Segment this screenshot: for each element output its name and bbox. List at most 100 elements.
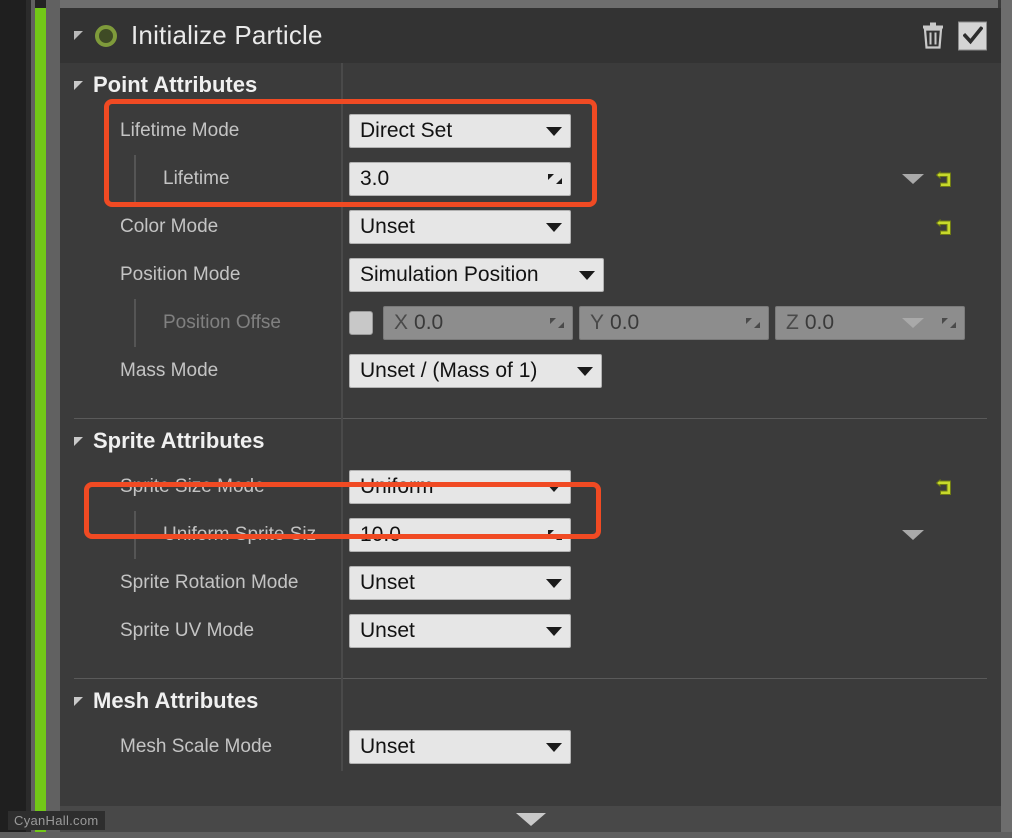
row-controls-color-mode	[896, 203, 1001, 251]
row-controls-uniform-sprite-size	[896, 511, 1001, 559]
dropdown-lifetime-mode[interactable]: Direct Set	[349, 114, 571, 148]
axis-label-x: X	[394, 311, 409, 334]
section-spacer	[60, 395, 1001, 409]
delete-icon[interactable]	[920, 22, 946, 50]
dropdown-color-mode[interactable]: Unset	[349, 210, 571, 244]
property-row-mesh-scale-mode: Mesh Scale Mode Unset	[60, 723, 1001, 771]
property-label-color-mode: Color Mode	[120, 216, 219, 237]
property-value-lifetime-mode: Direct Set	[341, 114, 1001, 148]
row-controls-lifetime	[896, 155, 1001, 203]
triangle-expanded-icon[interactable]	[74, 436, 83, 446]
number-input-position-offset-y[interactable]: Y 0.0	[579, 306, 769, 340]
axis-value-x: 0.0	[414, 311, 444, 334]
property-row-position-mode: Position Mode Simulation Position	[60, 251, 1001, 299]
watermark: CyanHall.com	[8, 811, 105, 830]
row-controls-sprite-size-mode	[896, 463, 1001, 511]
property-label-lifetime: Lifetime	[163, 168, 230, 189]
module-header-actions	[920, 21, 987, 50]
chevron-down-icon	[546, 742, 562, 752]
property-label-mesh-scale-mode: Mesh Scale Mode	[120, 736, 273, 757]
module-title: Initialize Particle	[131, 20, 323, 50]
section-header-sprite-attributes[interactable]: Sprite Attributes	[60, 419, 1001, 463]
dropdown-sprite-size-mode[interactable]: Uniform	[349, 470, 571, 504]
triangle-expanded-icon[interactable]	[74, 80, 83, 90]
section-title-label: Point Attributes	[93, 72, 258, 97]
property-row-mass-mode: Mass Mode Unset / (Mass of 1)	[60, 347, 1001, 395]
property-label-position-offset: Position Offse	[163, 312, 281, 333]
section-header-point-attributes[interactable]: Point Attributes	[60, 63, 1001, 107]
panel-right-border	[1001, 0, 1012, 838]
column-divider	[341, 63, 343, 771]
property-label-sprite-rotation-mode: Sprite Rotation Mode	[120, 572, 299, 593]
indent-guide	[134, 155, 136, 203]
property-label-uniform-sprite-size: Uniform Sprite Siz	[163, 524, 317, 545]
chevron-down-icon[interactable]	[902, 174, 924, 184]
chevron-down-icon	[546, 578, 562, 588]
app-window: Initialize Particle Point Attributes Lif…	[0, 0, 1012, 838]
row-controls-position-offset	[896, 299, 1001, 347]
chevron-down-icon[interactable]	[902, 530, 924, 540]
property-row-position-offset: Position Offse X 0.0 Y 0.0 Z 0.0	[60, 299, 1001, 347]
property-label-position-mode: Position Mode	[120, 264, 241, 285]
reset-to-default-icon[interactable]	[934, 217, 954, 237]
property-value-position-mode: Simulation Position	[341, 258, 1001, 292]
chevron-down-icon	[579, 270, 595, 280]
triangle-expanded-icon[interactable]	[74, 696, 83, 706]
section-title-label: Sprite Attributes	[93, 428, 265, 453]
green-ring-icon	[95, 24, 117, 47]
property-value-mesh-scale-mode: Unset	[341, 730, 1001, 764]
axis-value-y: 0.0	[610, 311, 640, 334]
property-row-uniform-sprite-size: Uniform Sprite Siz 10.0	[60, 511, 1001, 559]
dropdown-value-lifetime-mode: Direct Set	[360, 119, 453, 142]
triangle-expanded-icon[interactable]	[74, 31, 83, 40]
dropdown-sprite-rotation-mode[interactable]: Unset	[349, 566, 571, 600]
number-value-uniform-sprite-size: 10.0	[360, 523, 401, 546]
section-title-label: Mesh Attributes	[93, 688, 259, 713]
indent-guide	[134, 511, 136, 559]
initialize-particle-module-panel: Initialize Particle Point Attributes Lif…	[60, 8, 1001, 832]
module-body: Point Attributes Lifetime Mode Direct Set L…	[60, 63, 1001, 771]
property-value-sprite-rotation-mode: Unset	[341, 566, 1001, 600]
dropdown-sprite-uv-mode[interactable]: Unset	[349, 614, 571, 648]
number-input-uniform-sprite-size[interactable]: 10.0	[349, 518, 571, 552]
property-label-lifetime-mode: Lifetime Mode	[120, 120, 240, 141]
property-row-color-mode: Color Mode Unset	[60, 203, 1001, 251]
vector-input-position-offset: X 0.0 Y 0.0 Z 0.0	[383, 306, 965, 340]
selection-accent-bar	[35, 8, 46, 838]
indent-guide	[134, 299, 136, 347]
dropdown-mesh-scale-mode[interactable]: Unset	[349, 730, 571, 764]
checkbox-position-offset[interactable]	[349, 311, 373, 335]
panel-bottom-border	[0, 832, 1012, 838]
dropdown-value-color-mode: Unset	[360, 215, 415, 238]
chevron-down-icon[interactable]	[902, 318, 924, 328]
number-input-lifetime[interactable]: 3.0	[349, 162, 571, 196]
property-row-sprite-uv-mode: Sprite UV Mode Unset	[60, 607, 1001, 655]
property-label-mass-mode: Mass Mode	[120, 360, 219, 381]
chevron-down-icon	[577, 366, 593, 376]
dropdown-value-mass-mode: Unset / (Mass of 1)	[360, 359, 538, 382]
reset-to-default-icon[interactable]	[934, 477, 954, 497]
enabled-checkbox[interactable]	[958, 21, 987, 50]
dropdown-value-sprite-rotation-mode: Unset	[360, 571, 415, 594]
section-header-mesh-attributes[interactable]: Mesh Attributes	[60, 679, 1001, 723]
module-header[interactable]: Initialize Particle	[60, 8, 1001, 63]
property-row-sprite-rotation-mode: Sprite Rotation Mode Unset	[60, 559, 1001, 607]
axis-value-z: 0.0	[804, 311, 835, 334]
window-left-edge	[0, 0, 26, 838]
section-spacer	[60, 655, 1001, 669]
axis-label-y: Y	[590, 311, 605, 334]
chevron-down-icon	[546, 626, 562, 636]
chevron-down-icon	[515, 812, 546, 826]
dropdown-mass-mode[interactable]: Unset / (Mass of 1)	[349, 354, 602, 388]
chevron-down-icon	[546, 126, 562, 136]
scroll-down-indicator[interactable]	[60, 806, 1001, 832]
axis-label-z: Z	[786, 311, 799, 334]
stack-gutter	[46, 0, 60, 838]
number-input-position-offset-x[interactable]: X 0.0	[383, 306, 573, 340]
dropdown-value-sprite-size-mode: Uniform	[360, 475, 434, 498]
property-value-sprite-uv-mode: Unset	[341, 614, 1001, 648]
chevron-down-icon	[546, 222, 562, 232]
panel-top-border	[60, 0, 1001, 8]
reset-to-default-icon[interactable]	[934, 169, 954, 189]
dropdown-position-mode[interactable]: Simulation Position	[349, 258, 604, 292]
